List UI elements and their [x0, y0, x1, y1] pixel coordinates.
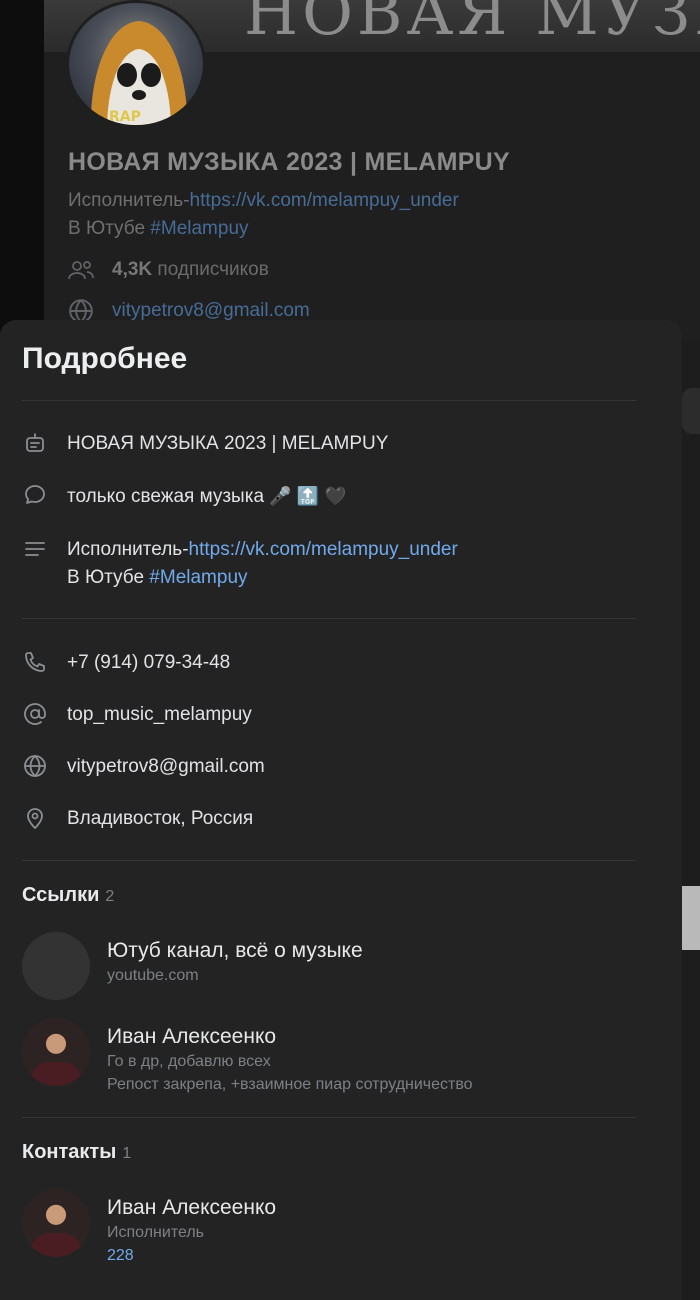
bot-icon — [22, 430, 48, 456]
contacts-count: 1 — [122, 1145, 132, 1162]
background-right-edge — [682, 340, 700, 1300]
hashtag-link[interactable]: #Melampuy — [149, 567, 247, 588]
profile-vk-link[interactable]: https://vk.com/melampuy_under — [190, 190, 459, 211]
globe-icon — [22, 753, 48, 779]
phone-icon — [22, 649, 48, 675]
links-count: 2 — [105, 888, 115, 905]
contact-item[interactable]: Иван Алексеенко Исполнитель 228 — [22, 1189, 276, 1267]
links-section-title: Ссылки 2 — [22, 884, 115, 906]
profile-description-line1: Исполнитель-https://vk.com/melampuy_unde… — [68, 190, 459, 211]
background-right-button — [682, 388, 700, 434]
phone-link[interactable]: +7 (914) 079-34-48 — [67, 649, 230, 677]
info-row-status: только свежая музыка 🎤 🔝 🖤 — [22, 482, 347, 511]
link-thumbnail — [22, 932, 90, 1000]
chat-bubble-icon — [22, 482, 48, 508]
contacts-section-title: Контакты 1 — [22, 1141, 132, 1163]
at-sign-icon — [22, 701, 48, 727]
profile-description-line2: В Ютубе #Melampuy — [68, 218, 249, 239]
location-pin-icon — [22, 805, 48, 831]
profile-hashtag-link[interactable]: #Melampuy — [150, 218, 248, 239]
details-sheet: Подробнее НОВАЯ МУЗЫКА 2023 | MELAMPUY т… — [0, 320, 682, 1300]
info-row-phone[interactable]: +7 (914) 079-34-48 — [22, 649, 230, 677]
background-left-edge — [0, 0, 44, 330]
sheet-title: Подробнее — [22, 342, 188, 375]
divider — [22, 400, 636, 401]
divider — [22, 618, 636, 619]
svg-text:RAP: RAP — [109, 109, 141, 125]
avatar — [22, 1189, 90, 1257]
profile-avatar[interactable]: RAP — [66, 0, 206, 128]
link-item[interactable]: Иван Алексеенко Го в др, добавлю всех Ре… — [22, 1018, 473, 1096]
background-right-block — [682, 886, 700, 950]
info-row-location: Владивосток, Россия — [22, 805, 253, 833]
profile-subscribers[interactable]: 4,3K подписчиков — [68, 259, 269, 281]
vk-link[interactable]: https://vk.com/melampuy_under — [189, 539, 458, 560]
info-row-name: НОВАЯ МУЗЫКА 2023 | MELAMPUY — [22, 430, 388, 458]
email-link[interactable]: vitypetrov8@gmail.com — [67, 753, 265, 781]
divider — [22, 1117, 636, 1118]
cover-text: НОВАЯ МУЗЫКА — [244, 0, 700, 49]
users-icon — [68, 261, 94, 280]
info-row-description: Исполнитель-https://vk.com/melampuy_unde… — [22, 536, 458, 592]
info-row-username[interactable]: top_music_melampuy — [22, 701, 252, 729]
avatar — [22, 1018, 90, 1086]
text-lines-icon — [22, 536, 48, 562]
info-row-email[interactable]: vitypetrov8@gmail.com — [22, 753, 265, 781]
divider — [22, 860, 636, 861]
profile-title: НОВАЯ МУЗЫКА 2023 | MELAMPUY — [68, 148, 511, 176]
status-emoji: 🎤 🔝 🖤 — [269, 486, 347, 506]
link-item[interactable]: Ютуб канал, всё о музыке youtube.com — [22, 932, 363, 1000]
